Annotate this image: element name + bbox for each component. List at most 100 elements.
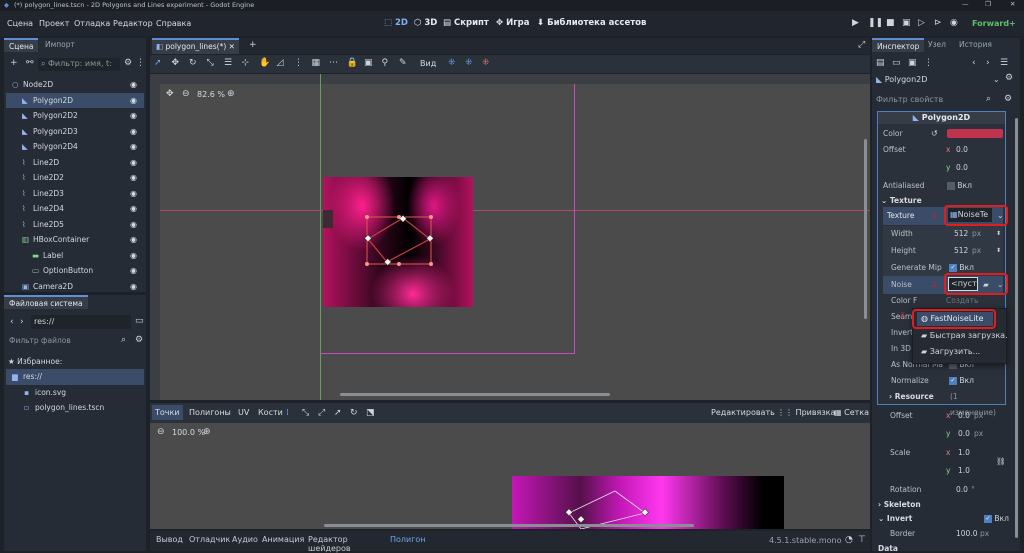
open-resource-icon[interactable]: ▭ [892,58,901,68]
scene-node-row[interactable]: ⌇ Line2D5 ◉ [6,217,144,233]
visibility-eye-icon[interactable]: ◉ [130,108,137,124]
scene-node-row[interactable]: ▭ OptionButton ◉ [6,263,144,279]
rotate-tool-icon[interactable]: ↻ [189,58,197,68]
visibility-eye-icon[interactable]: ◉ [130,77,137,93]
lock-icon[interactable]: 🔒 [347,58,358,68]
scale-handle[interactable] [397,262,401,266]
play-icon[interactable]: ▶ [852,18,859,28]
file-row[interactable]: ▫ polygon_lines.tscn [6,400,144,416]
collapse-icon[interactable] [323,210,333,228]
pivot-icon[interactable]: ⊹ [242,58,250,68]
normalize-checkbox[interactable]: ✓ Вкл [949,373,974,389]
add-node-icon[interactable]: + [10,58,18,68]
v-scrollbar[interactable] [864,139,867,319]
delete-points-icon[interactable]: ⁜ [482,58,490,68]
tab-scene[interactable]: Сцена [4,38,39,52]
node-selector[interactable]: ◣ Polygon2D [876,73,1006,87]
workspace-script[interactable]: ▤ Скрипт [443,18,489,28]
menu-project[interactable]: Проект [39,19,69,28]
visibility-eye-icon[interactable]: ◉ [130,201,137,217]
pan-icon[interactable]: ✥ [166,89,174,99]
movie-icon[interactable]: ◉ [950,18,958,28]
select-icon[interactable]: ➚ [334,408,342,418]
uv-tab[interactable]: UV [235,405,252,420]
play-scene-icon[interactable]: ▷ [918,18,925,28]
scene-node-row[interactable]: ▣ Camera2D ◉ [6,279,144,295]
file-row[interactable]: ▪ icon.svg [6,385,144,401]
renderer-select[interactable]: Forward+ [972,19,1016,28]
visibility-eye-icon[interactable]: ◉ [130,170,137,186]
visibility-eye-icon[interactable]: ◉ [130,279,137,295]
pan-tool-icon[interactable]: ✋ [259,58,270,68]
uv-canvas[interactable]: ⊖ 100.0 % ⊕ [150,423,870,529]
offset-x-value[interactable]: 0.0 [956,142,968,158]
offset2-y-value[interactable]: 0.0 [958,426,970,442]
scene-node-row[interactable]: ⌇ Line2D3 ◉ [6,186,144,202]
list-select-icon[interactable]: ☰ [224,58,232,68]
load-icon[interactable]: ▰ [983,277,989,293]
visibility-eye-icon[interactable]: ◉ [130,139,137,155]
forward-icon[interactable]: › [20,317,24,327]
reset-icon[interactable]: ↺ [931,126,938,142]
scale-handle[interactable] [365,262,369,266]
scale-handle[interactable] [429,262,433,266]
tab-filesystem[interactable]: Файловая система [4,295,88,309]
close-tab-icon[interactable]: ✕ [229,42,235,51]
vertex-handle[interactable] [364,234,372,243]
zoom-in-icon[interactable]: ⊕ [203,427,211,437]
scene-node-row[interactable]: ⌇ Line2D ◉ [6,155,144,171]
ruler-icon[interactable]: ◿ [277,58,284,68]
antialiased-checkbox[interactable]: Вкл [947,178,972,194]
uv-vertex-handle[interactable] [577,515,585,524]
scene-node-row[interactable]: ⌇ Line2D2 ◉ [6,170,144,186]
bottom-tab[interactable]: Анимация [262,535,304,544]
stop-icon[interactable]: ■ [886,18,895,28]
tab-node[interactable]: Узел [923,38,951,52]
snap-button[interactable]: ⋮⋮ Привязка [777,408,835,417]
menu-help[interactable]: Справка [156,19,191,28]
uv-h-scrollbar[interactable] [324,524,694,527]
grid-button[interactable]: ▦ Сетка [834,408,869,417]
history-forward-icon[interactable]: › [986,58,990,68]
scene-node-row[interactable]: ▬ Label ◉ [6,248,144,264]
scene-node-row[interactable]: ○ Node2D ◉ [6,77,144,93]
menu-debug[interactable]: Отладка [74,19,110,28]
bottom-tab[interactable]: Вывод [156,535,183,544]
snap-icon[interactable]: ⋮ [294,58,303,68]
link-scale-icon[interactable]: ⛓ [996,454,1006,470]
pin-panel-icon[interactable]: ⊤ [858,535,866,545]
workspace-3d[interactable]: ⬡ 3D [414,18,437,28]
menu-scene[interactable]: Сцена [7,19,33,28]
texture-resource-button[interactable]: ▦NoiseTe [948,208,992,222]
tab-history[interactable]: История [954,38,997,52]
node-settings-icon[interactable]: ⚙ [1005,73,1013,83]
scale-x-value[interactable]: 1.0 [958,445,970,461]
path-field[interactable]: res:// [31,315,131,329]
add-tab-icon[interactable]: + [249,40,257,50]
zoom-out-icon[interactable]: ⊖ [182,89,190,99]
visibility-eye-icon[interactable]: ◉ [130,155,137,171]
scene-node-row[interactable]: ◣ Polygon2D3 ◉ [6,124,144,140]
history-list-icon[interactable]: ☰ [1000,58,1008,68]
tab-polygon-lines[interactable]: ◧ polygon_lines(*) ✕ [152,38,239,54]
visibility-eye-icon[interactable]: ◉ [130,93,137,109]
move-points-icon[interactable]: ⁞ [286,408,289,418]
spin-icon[interactable]: ⬍ [996,243,1001,259]
view-menu[interactable]: Вид [420,59,436,68]
uv-tab[interactable]: Кости [255,405,286,420]
chevron-down-icon[interactable]: ⌄ [993,75,1000,84]
scene-node-row[interactable]: ◣ Polygon2D ◉ [6,92,144,109]
scale-handle[interactable] [397,215,401,219]
h-scrollbar[interactable] [340,393,610,396]
height-value[interactable]: 512 [954,243,968,259]
spin-icon[interactable]: ⬍ [996,226,1001,242]
uv-polygon[interactable] [555,483,655,529]
visibility-eye-icon[interactable]: ◉ [130,248,137,264]
scale-tool-icon[interactable]: ⤡ [207,58,214,68]
visibility-eye-icon[interactable]: ◉ [130,124,137,140]
bone-icon[interactable]: ✎ [399,58,407,68]
new-resource-icon[interactable]: ▤ [876,58,885,68]
scene-node-row[interactable]: ▥ HBoxContainer ◉ [6,232,144,248]
scene-node-row[interactable]: ◣ Polygon2D4 ◉ [6,139,144,155]
save-resource-icon[interactable]: ▣ [908,58,917,68]
